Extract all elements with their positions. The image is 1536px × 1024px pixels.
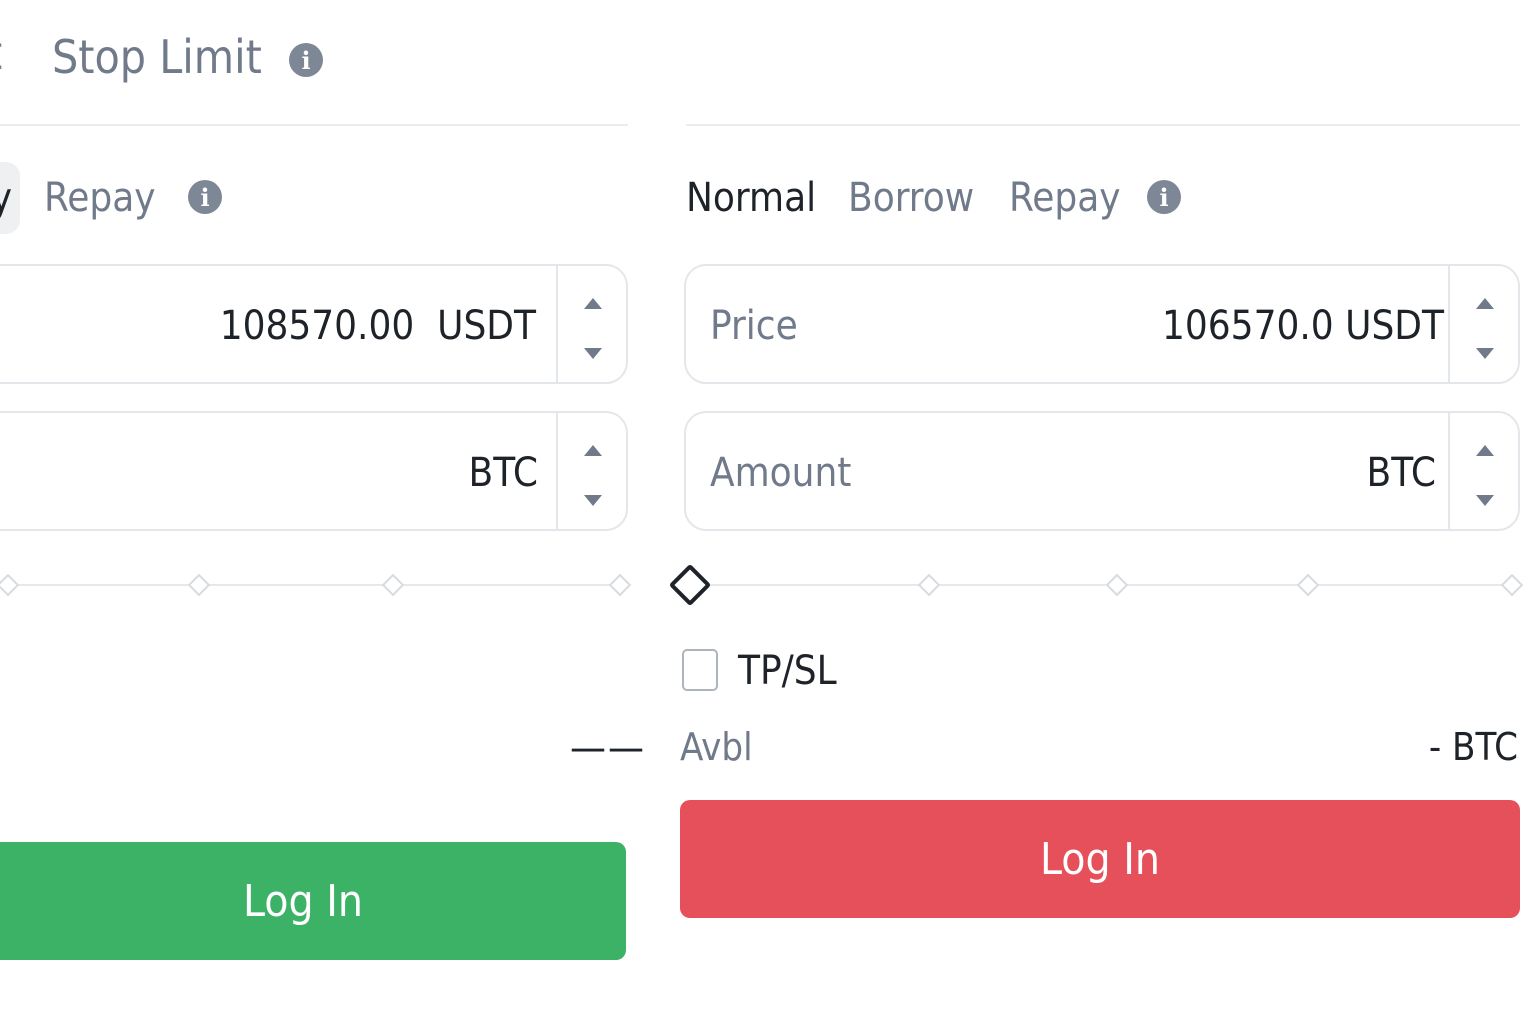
- amount-stepper[interactable]: [1448, 413, 1518, 529]
- slider-step[interactable]: [1296, 573, 1320, 597]
- amount-field[interactable]: Amount BTC: [684, 411, 1520, 531]
- price-label: Price: [710, 303, 798, 349]
- amount-unit: BTC: [1366, 450, 1436, 496]
- order-type-tab-stop-limit[interactable]: Stop Limit: [52, 34, 262, 80]
- buy-login-button[interactable]: Log In: [0, 842, 626, 960]
- info-icon[interactable]: i: [1147, 180, 1181, 214]
- mode-tab-label: y: [0, 175, 12, 221]
- amount-stepper[interactable]: [556, 413, 626, 529]
- info-icon[interactable]: i: [188, 180, 222, 214]
- available-balance-label: Avbl: [680, 725, 753, 769]
- amount-slider-track[interactable]: [690, 584, 1510, 586]
- slider-step[interactable]: [381, 573, 405, 597]
- divider-right: [686, 124, 1520, 126]
- price-field[interactable]: Price 106570.0 USDT: [684, 264, 1520, 384]
- price-input[interactable]: 106570.0 USDT: [1162, 306, 1444, 346]
- price-field[interactable]: 108570.00 USDT: [0, 264, 628, 384]
- caret-down-icon[interactable]: [584, 348, 602, 359]
- caret-down-icon[interactable]: [1476, 348, 1494, 359]
- slider-step[interactable]: [0, 573, 20, 597]
- caret-down-icon[interactable]: [1476, 495, 1494, 506]
- slider-step[interactable]: [917, 573, 941, 597]
- amount-slider-track[interactable]: [0, 584, 620, 586]
- mode-tab-repay[interactable]: Repay: [1009, 178, 1121, 218]
- price-input[interactable]: 108570.00 USDT: [220, 306, 536, 346]
- price-stepper[interactable]: [1448, 266, 1518, 382]
- divider-left: [0, 124, 628, 126]
- caret-up-icon[interactable]: [1476, 298, 1494, 309]
- mode-tab-borrow-partial[interactable]: y: [0, 162, 20, 234]
- amount-unit: BTC: [468, 450, 538, 496]
- sell-login-button[interactable]: Log In: [680, 800, 1520, 918]
- available-balance-value: ——: [570, 725, 646, 771]
- caret-up-icon[interactable]: [584, 298, 602, 309]
- order-type-tab-partial[interactable]: t: [0, 30, 2, 76]
- caret-down-icon[interactable]: [584, 495, 602, 506]
- mode-tab-repay[interactable]: Repay: [44, 178, 156, 218]
- amount-label: Amount: [710, 450, 852, 496]
- slider-step[interactable]: [1105, 573, 1129, 597]
- amount-field[interactable]: BTC: [0, 411, 628, 531]
- caret-up-icon[interactable]: [584, 445, 602, 456]
- caret-up-icon[interactable]: [1476, 445, 1494, 456]
- info-icon[interactable]: i: [289, 43, 323, 77]
- mode-tab-normal[interactable]: Normal: [686, 178, 816, 218]
- available-balance-value: - BTC: [1428, 725, 1518, 769]
- mode-tab-borrow[interactable]: Borrow: [848, 178, 974, 218]
- slider-handle[interactable]: [668, 563, 712, 607]
- tpsl-label[interactable]: TP/SL: [738, 651, 837, 691]
- slider-step[interactable]: [187, 573, 211, 597]
- tpsl-checkbox[interactable]: [682, 649, 718, 691]
- price-stepper[interactable]: [556, 266, 626, 382]
- slider-step[interactable]: [1500, 573, 1524, 597]
- slider-step[interactable]: [608, 573, 632, 597]
